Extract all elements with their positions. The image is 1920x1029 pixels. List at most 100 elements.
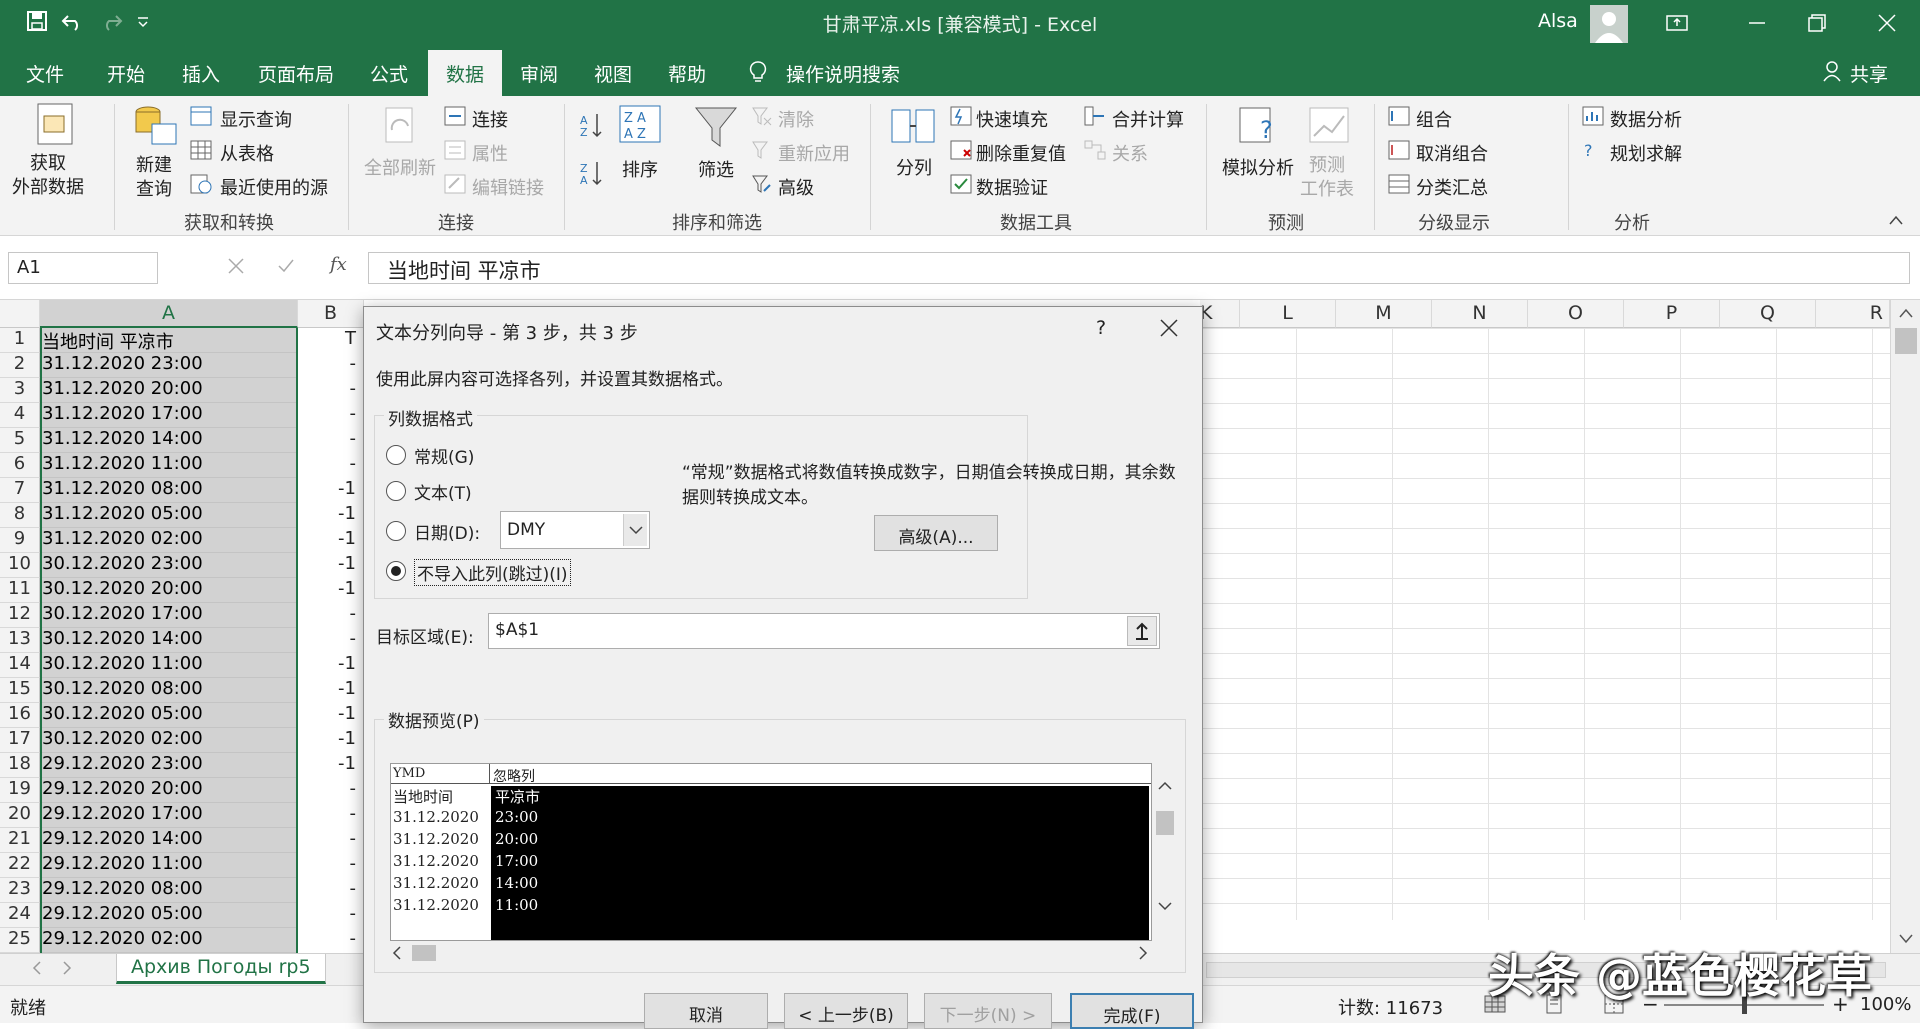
radio-general[interactable] [386,445,406,465]
vertical-scrollbar[interactable] [1890,300,1920,953]
subtotal-button[interactable]: 分类汇总 [1416,174,1488,200]
filter-button[interactable]: 筛选 [698,156,734,182]
tab-file[interactable]: 文件 [26,60,64,87]
get-external-data-button[interactable]: 获取 外部数据 [12,152,84,200]
cell-a[interactable]: 29.12.2020 14:00 [40,828,298,853]
row-header[interactable]: 4 [0,403,40,428]
radio-general-label[interactable]: 常规(G) [414,443,474,468]
row-header[interactable]: 14 [0,653,40,678]
cell-a[interactable]: 31.12.2020 14:00 [40,428,298,453]
radio-text[interactable] [386,481,406,501]
row-header[interactable]: 22 [0,853,40,878]
cell-b[interactable]: - [298,453,362,478]
cell-b[interactable]: - [298,353,362,378]
data-preview[interactable]: YMD 忽略列 当地时间 平凉市 31.12.2020 23:00 31.12.2020… [390,763,1152,941]
cell-b[interactable]: -1 [298,753,362,778]
confirm-entry-icon[interactable] [276,256,296,276]
column-header-o[interactable]: O [1528,300,1624,328]
radio-text-label[interactable]: 文本(T) [414,479,472,504]
row-header[interactable]: 8 [0,503,40,528]
row-header[interactable]: 10 [0,553,40,578]
destination-input[interactable]: $A$1 [488,613,1160,649]
cell-a[interactable]: 30.12.2020 14:00 [40,628,298,653]
formula-input[interactable]: 当地时间 平凉市 [368,252,1910,284]
insert-function-icon[interactable]: fx [330,254,347,275]
radio-skip-label[interactable]: 不导入此列(跳过)(I) [414,559,571,586]
advanced-filter-button[interactable]: 高级 [778,174,814,200]
cell-b[interactable]: -1 [298,728,362,753]
row-header[interactable]: 16 [0,703,40,728]
refresh-all-button[interactable]: 全部刷新 [364,154,436,180]
clear-filter-button[interactable]: 清除 [778,106,814,132]
preview-vscroll[interactable] [1152,779,1178,919]
from-table-button[interactable]: 从表格 [220,140,274,166]
row-header[interactable]: 9 [0,528,40,553]
scroll-down-icon[interactable] [1897,932,1915,946]
recent-sources-button[interactable]: 最近使用的源 [220,174,328,200]
scroll-thumb[interactable] [1895,328,1917,354]
row-header[interactable]: 17 [0,728,40,753]
empty-cells[interactable] [1200,328,1890,920]
column-header-a[interactable]: A [40,300,298,328]
row-header[interactable]: 23 [0,878,40,903]
cancel-button[interactable]: 取消 [644,993,768,1029]
radio-date-label[interactable]: 日期(D): [414,519,480,544]
cell-b[interactable]: -1 [298,653,362,678]
cell-a[interactable]: 29.12.2020 08:00 [40,878,298,903]
relationships-button[interactable]: 关系 [1112,140,1148,166]
ungroup-button[interactable]: 取消组合 [1416,140,1488,166]
tell-me-search[interactable]: 操作说明搜索 [786,60,900,87]
restore-icon[interactable] [1802,8,1832,38]
column-header-n[interactable]: N [1432,300,1528,328]
cell-b[interactable]: - [298,428,362,453]
cell-a[interactable]: 30.12.2020 05:00 [40,703,298,728]
consolidate-button[interactable]: 合并计算 [1112,106,1184,132]
reapply-button[interactable]: 重新应用 [778,140,850,166]
cell-b[interactable]: - [298,828,362,853]
cell-a[interactable]: 31.12.2020 05:00 [40,503,298,528]
row-header[interactable]: 21 [0,828,40,853]
cell-a[interactable]: 31.12.2020 02:00 [40,528,298,553]
column-header-k[interactable]: K [1200,300,1240,328]
tab-formulas[interactable]: 公式 [370,60,408,87]
cell-a[interactable]: 30.12.2020 08:00 [40,678,298,703]
row-header[interactable]: 18 [0,753,40,778]
cell-b[interactable]: -1 [298,528,362,553]
cell-b[interactable]: - [298,378,362,403]
cell-a[interactable]: 30.12.2020 02:00 [40,728,298,753]
ribbon-display-icon[interactable] [1662,8,1692,38]
column-header-m[interactable]: M [1336,300,1432,328]
solver-button[interactable]: 规划求解 [1610,140,1682,166]
prev-sheet-icon[interactable] [30,960,44,976]
cell-a[interactable]: 30.12.2020 17:00 [40,603,298,628]
avatar[interactable] [1590,5,1628,43]
close-icon[interactable] [1872,8,1902,38]
text-to-columns-button[interactable]: 分列 [896,154,932,180]
row-header[interactable]: 1 [0,328,40,353]
radio-date[interactable] [386,521,406,541]
cell-b[interactable]: - [298,878,362,903]
row-header[interactable]: 12 [0,603,40,628]
column-header-b[interactable]: B [298,300,364,328]
cell-b[interactable]: - [298,903,362,928]
cell-b[interactable]: - [298,803,362,828]
name-box[interactable]: A1 [8,252,158,284]
cell-a[interactable]: 29.12.2020 23:00 [40,753,298,778]
cell-a[interactable]: 29.12.2020 05:00 [40,903,298,928]
cell-a[interactable]: 29.12.2020 11:00 [40,853,298,878]
cell-a[interactable]: 30.12.2020 23:00 [40,553,298,578]
cell-a[interactable]: 29.12.2020 02:00 [40,928,298,953]
cell-a[interactable]: 31.12.2020 17:00 [40,403,298,428]
back-button[interactable]: < 上一步(B) [784,993,908,1029]
radio-skip[interactable] [386,561,406,581]
cell-b[interactable]: -1 [298,478,362,503]
column-header-l[interactable]: L [1240,300,1336,328]
sort-ascending-icon[interactable]: AZ [580,112,604,138]
cell-b[interactable]: - [298,628,362,653]
row-header[interactable]: 20 [0,803,40,828]
tab-home[interactable]: 开始 [107,60,145,87]
connections-button[interactable]: 连接 [472,106,508,132]
select-all-corner[interactable] [0,300,40,328]
tab-insert[interactable]: 插入 [182,60,220,87]
cell-b[interactable]: - [298,928,362,953]
